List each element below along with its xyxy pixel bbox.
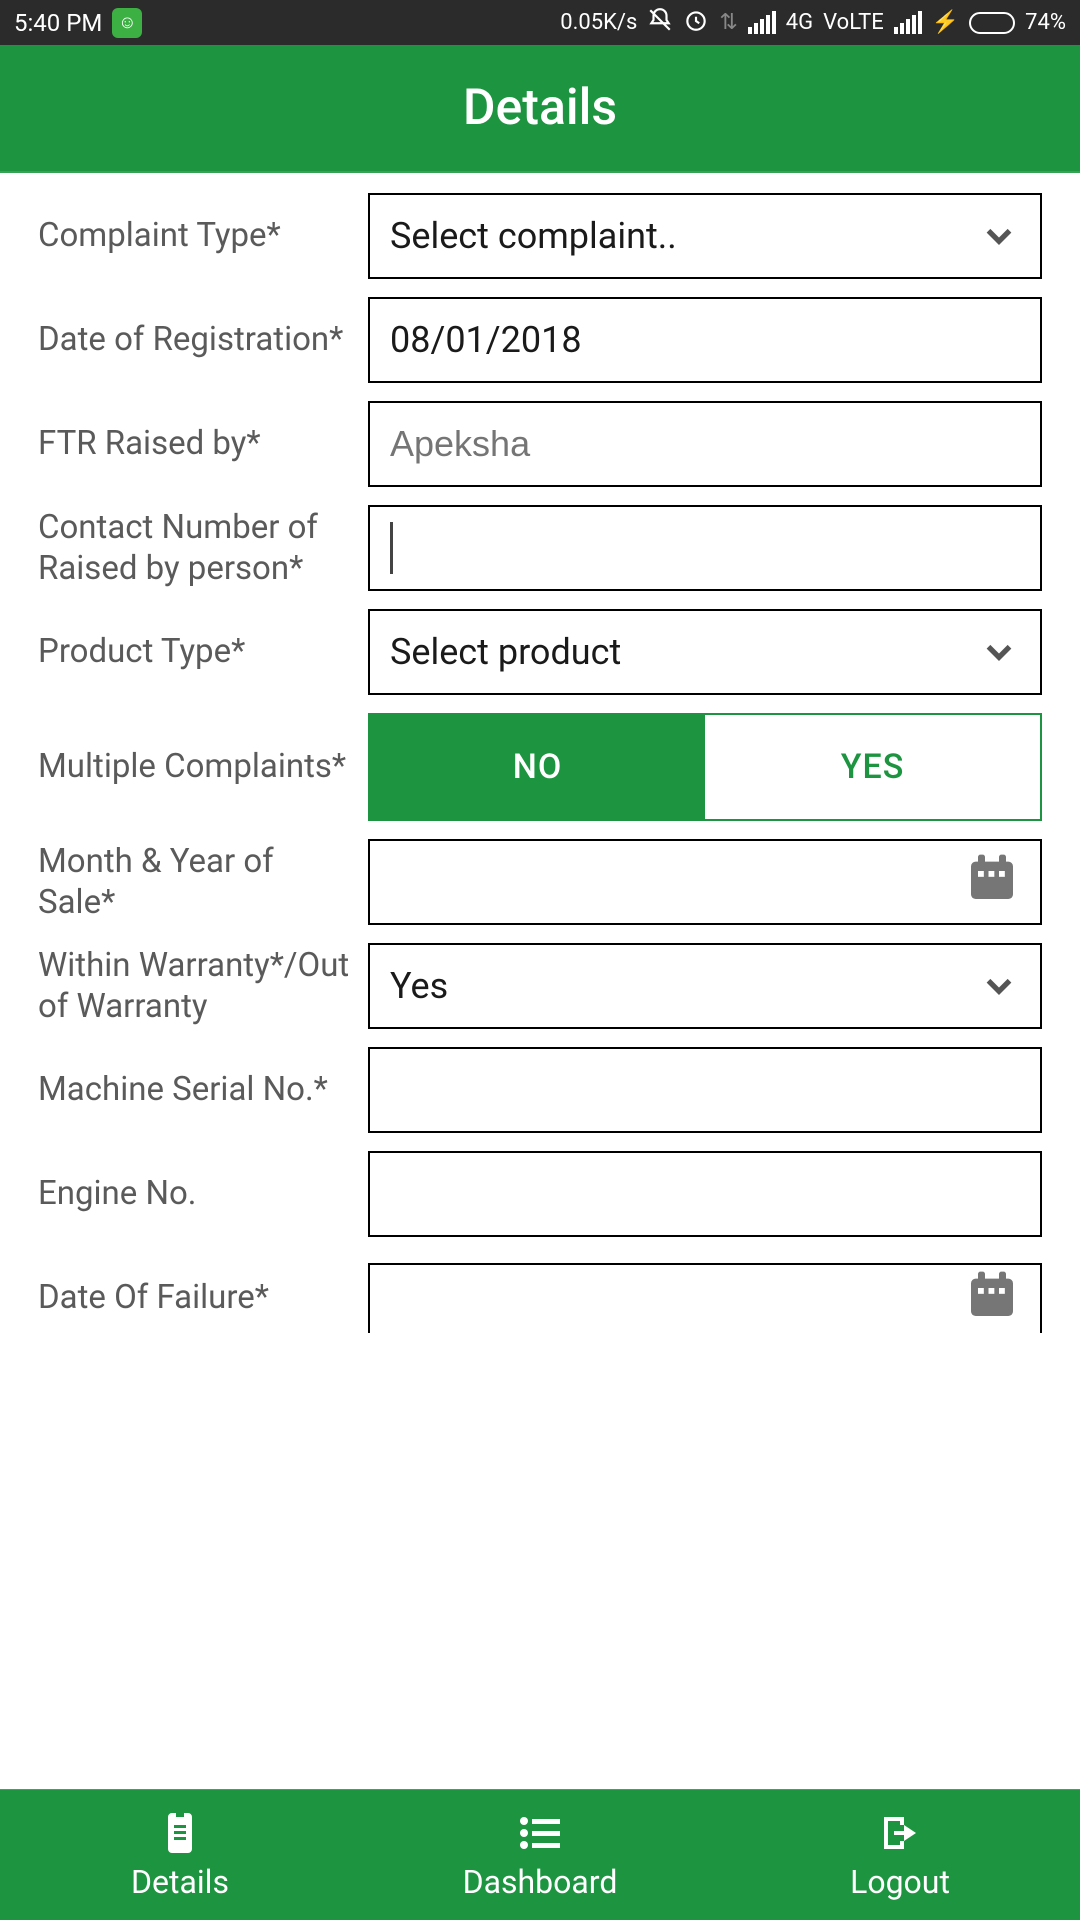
signal-2-icon <box>894 11 922 34</box>
row-failure-date: Date Of Failure* <box>38 1255 1042 1341</box>
chevron-down-icon <box>978 631 1020 673</box>
chevron-down-icon <box>978 965 1020 1007</box>
nav-details-label: Details <box>131 1863 229 1901</box>
label-failure-date: Date Of Failure* <box>38 1277 368 1318</box>
label-serial-no: Machine Serial No.* <box>38 1069 368 1110</box>
nav-dashboard[interactable]: Dashboard <box>360 1790 720 1920</box>
row-complaint-type: Complaint Type* Select complaint.. <box>38 193 1042 279</box>
nav-logout-label: Logout <box>850 1863 950 1901</box>
input-engine-no[interactable] <box>368 1151 1042 1237</box>
input-serial-no[interactable] <box>368 1047 1042 1133</box>
input-failure-date[interactable] <box>368 1263 1042 1333</box>
battery-pct: 74% <box>1025 10 1066 35</box>
label-product-type: Product Type* <box>38 631 368 672</box>
alarm-icon <box>683 7 709 39</box>
nav-details[interactable]: Details <box>0 1790 360 1920</box>
input-sale-date[interactable] <box>368 839 1042 925</box>
row-multiple-complaints: Multiple Complaints* NO YES <box>38 713 1042 821</box>
data-arrows-icon: ⇅ <box>719 10 737 35</box>
dashboard-icon <box>516 1809 564 1857</box>
calendar-icon <box>964 850 1020 915</box>
toggle-multiple-complaints: NO YES <box>368 713 1042 821</box>
battery-icon <box>969 12 1015 34</box>
row-date-registration: Date of Registration* 08/01/2018 <box>38 297 1042 383</box>
input-contact-number[interactable] <box>368 505 1042 591</box>
status-right: 0.05K/s ⇅ 4G VoLTE ⚡ 74% <box>560 7 1066 39</box>
calendar-icon <box>964 1267 1020 1332</box>
label-complaint-type: Complaint Type* <box>38 215 368 256</box>
page-header: Details <box>0 45 1080 173</box>
net-speed: 0.05K/s <box>560 10 637 35</box>
nav-logout[interactable]: Logout <box>720 1790 1080 1920</box>
toggle-no-button[interactable]: NO <box>370 715 705 819</box>
signal-1-icon <box>748 11 776 34</box>
page-title: Details <box>463 79 617 137</box>
select-warranty[interactable]: Yes <box>368 943 1042 1029</box>
network-4g: 4G <box>786 10 813 35</box>
label-sale-date: Month & Year of Sale* <box>38 841 368 924</box>
row-engine-no: Engine No. <box>38 1151 1042 1237</box>
select-product-type[interactable]: Select product <box>368 609 1042 695</box>
status-time: 5:40 PM <box>14 9 102 37</box>
select-complaint-type[interactable]: Select complaint.. <box>368 193 1042 279</box>
input-ftr-raised-by[interactable] <box>368 401 1042 487</box>
label-warranty: Within Warranty*/Out of Warranty <box>38 945 368 1028</box>
row-sale-date: Month & Year of Sale* <box>38 839 1042 925</box>
form-content: Complaint Type* Select complaint.. Date … <box>0 173 1080 1789</box>
status-left: 5:40 PM ☺ <box>14 8 142 38</box>
mute-icon <box>647 7 673 39</box>
bottom-nav: Details Dashboard Logout <box>0 1789 1080 1920</box>
input-date-registration[interactable]: 08/01/2018 <box>368 297 1042 383</box>
row-contact-number: Contact Number of Raised by person* <box>38 505 1042 591</box>
row-warranty: Within Warranty*/Out of Warranty Yes <box>38 943 1042 1029</box>
details-icon <box>156 1809 204 1857</box>
logout-icon <box>876 1809 924 1857</box>
nav-dashboard-label: Dashboard <box>463 1863 618 1901</box>
label-date-registration: Date of Registration* <box>38 319 368 360</box>
charging-icon: ⚡ <box>932 10 959 35</box>
label-multiple-complaints: Multiple Complaints* <box>38 746 368 787</box>
text-cursor <box>390 522 393 574</box>
label-contact-number: Contact Number of Raised by person* <box>38 507 368 590</box>
row-ftr-raised-by: FTR Raised by* <box>38 401 1042 487</box>
toggle-yes-button[interactable]: YES <box>705 715 1040 819</box>
volte-label: VoLTE <box>823 10 884 35</box>
label-engine-no: Engine No. <box>38 1173 368 1214</box>
background-app-icon: ☺ <box>112 8 142 38</box>
row-product-type: Product Type* Select product <box>38 609 1042 695</box>
chevron-down-icon <box>978 215 1020 257</box>
status-bar: 5:40 PM ☺ 0.05K/s ⇅ 4G VoLTE ⚡ 74% <box>0 0 1080 45</box>
label-ftr-raised-by: FTR Raised by* <box>38 423 368 464</box>
row-serial-no: Machine Serial No.* <box>38 1047 1042 1133</box>
